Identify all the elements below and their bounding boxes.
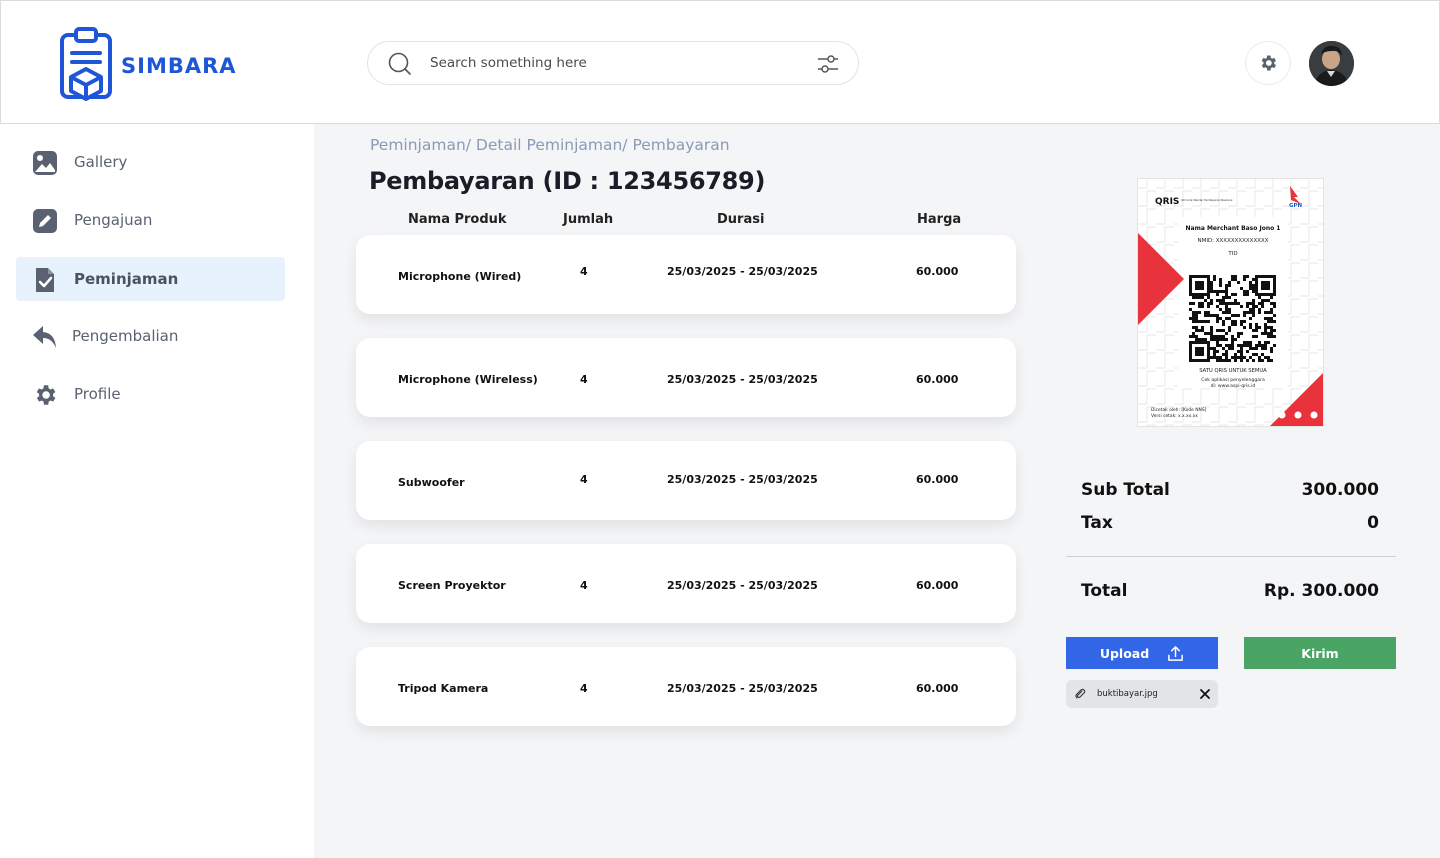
price: 60.000: [916, 265, 959, 278]
search-bar: [367, 41, 859, 85]
quantity: 4: [580, 265, 588, 278]
price: 60.000: [916, 579, 959, 592]
qris-payment-card: QRIS QR Code Standar Pembayaran Nasional…: [1137, 178, 1324, 427]
top-header: SIMBARA: [0, 0, 1440, 124]
qris-card-graphic: QRIS QR Code Standar Pembayaran Nasional…: [1138, 179, 1323, 426]
gear-icon: [1261, 55, 1276, 71]
quantity: 4: [580, 473, 588, 486]
subtotal-value: 300.000: [1301, 480, 1379, 500]
breadcrumb[interactable]: Peminjaman/ Detail Peminjaman/ Pembayara…: [370, 136, 730, 154]
search-icon[interactable]: [388, 52, 412, 76]
table-row[interactable]: Microphone (Wired) 4 25/03/2025 - 25/03/…: [356, 235, 1016, 314]
settings-button[interactable]: [1245, 41, 1291, 85]
sidebar-item-label: Pengembalian: [72, 327, 179, 345]
sidebar-item-label: Gallery: [74, 153, 128, 171]
table-row[interactable]: Subwoofer 4 25/03/2025 - 25/03/2025 60.0…: [356, 441, 1016, 520]
paperclip-icon: [1075, 688, 1086, 699]
product-name: Microphone (Wired): [398, 270, 522, 283]
sidebar-item-label: Pengajuan: [74, 211, 153, 229]
send-button-label: Kirim: [1301, 645, 1339, 661]
tax-label: Tax: [1081, 513, 1113, 533]
product-name: Subwoofer: [398, 476, 465, 489]
summary-divider: [1066, 556, 1396, 557]
avatar-photo: [1309, 41, 1354, 86]
image-icon: [33, 151, 57, 175]
duration: 25/03/2025 - 25/03/2025: [667, 473, 818, 486]
price: 60.000: [916, 373, 959, 386]
qris-brand: QRIS: [1155, 197, 1179, 207]
sidebar-item-label: Peminjaman: [74, 270, 179, 288]
gear-icon: [36, 385, 56, 405]
column-header-quantity: Jumlah: [563, 212, 614, 227]
table-row[interactable]: Screen Proyektor 4 25/03/2025 - 25/03/20…: [356, 544, 1016, 623]
total-label: Total: [1081, 581, 1128, 601]
quantity: 4: [580, 579, 588, 592]
duration: 25/03/2025 - 25/03/2025: [667, 373, 818, 386]
qris-version: Versi cetak: x.x.xx.xx: [1151, 413, 1198, 419]
total-value: Rp. 300.000: [1263, 581, 1379, 601]
search-input[interactable]: [430, 42, 790, 84]
main-content: Peminjaman/ Detail Peminjaman/ Pembayara…: [314, 124, 1440, 858]
attached-file-chip: buktibayar.jpg: [1066, 680, 1218, 708]
duration: 25/03/2025 - 25/03/2025: [667, 265, 818, 278]
sidebar: Gallery Pengajuan Peminjaman Pengembalia…: [0, 124, 314, 858]
sidebar-item-gallery[interactable]: Gallery: [16, 140, 285, 184]
sidebar-item-label: Profile: [74, 385, 121, 403]
qris-check-line2: di: www.aspi-qris.id: [1211, 383, 1256, 389]
user-avatar[interactable]: [1309, 41, 1354, 86]
product-name: Microphone (Wireless): [398, 373, 538, 386]
qris-check-line1: Cek aplikasi penyelenggara: [1201, 377, 1265, 383]
subtotal-label: Sub Total: [1081, 480, 1170, 500]
qris-printed-by: Dicetak oleh: [Kode NNS]: [1151, 407, 1207, 413]
upload-icon: [1168, 645, 1184, 661]
send-button[interactable]: Kirim: [1244, 637, 1396, 669]
app-logo[interactable]: SIMBARA: [59, 27, 237, 105]
gpn-label: GPN: [1289, 203, 1303, 209]
tax-value: 0: [1367, 513, 1379, 533]
product-name: Tripod Kamera: [398, 682, 489, 695]
quantity: 4: [580, 373, 588, 386]
upload-button[interactable]: Upload: [1066, 637, 1218, 669]
sidebar-item-pengembalian[interactable]: Pengembalian: [16, 314, 285, 358]
table-row[interactable]: Microphone (Wireless) 4 25/03/2025 - 25/…: [356, 338, 1016, 417]
merchant-tid: TID: [1227, 251, 1237, 257]
document-check-icon: [36, 268, 54, 292]
reply-icon: [33, 326, 56, 348]
merchant-name: Nama Merchant Baso Jono 1: [1186, 225, 1281, 232]
clipboard-box-icon: [60, 27, 112, 101]
upload-button-label: Upload: [1099, 645, 1150, 661]
sidebar-item-profile[interactable]: Profile: [16, 372, 285, 416]
duration: 25/03/2025 - 25/03/2025: [667, 579, 818, 592]
duration: 25/03/2025 - 25/03/2025: [667, 682, 818, 695]
app-name: SIMBARA: [121, 54, 237, 78]
column-header-product: Nama Produk: [408, 212, 507, 227]
qris-slogan: SATU QRIS UNTUK SEMUA: [1199, 368, 1267, 374]
qris-header-small: QR Code Standar Pembayaran Nasional: [1181, 198, 1233, 202]
merchant-nmid: NMID: XXXXXXXXXXXXXX: [1197, 238, 1268, 244]
table-row[interactable]: Tripod Kamera 4 25/03/2025 - 25/03/2025 …: [356, 647, 1016, 726]
edit-icon: [33, 209, 57, 233]
sidebar-item-pengajuan[interactable]: Pengajuan: [16, 198, 285, 242]
column-header-duration: Durasi: [717, 212, 765, 227]
filter-sliders-icon[interactable]: [816, 52, 840, 76]
remove-file-icon[interactable]: [1200, 689, 1210, 699]
page-title: Pembayaran (ID : 123456789): [369, 167, 766, 195]
product-name: Screen Proyektor: [398, 579, 506, 592]
quantity: 4: [580, 682, 588, 695]
file-name: buktibayar.jpg: [1097, 689, 1158, 699]
sidebar-item-peminjaman[interactable]: Peminjaman: [16, 257, 285, 301]
price: 60.000: [916, 682, 959, 695]
price: 60.000: [916, 473, 959, 486]
column-header-price: Harga: [917, 212, 962, 227]
